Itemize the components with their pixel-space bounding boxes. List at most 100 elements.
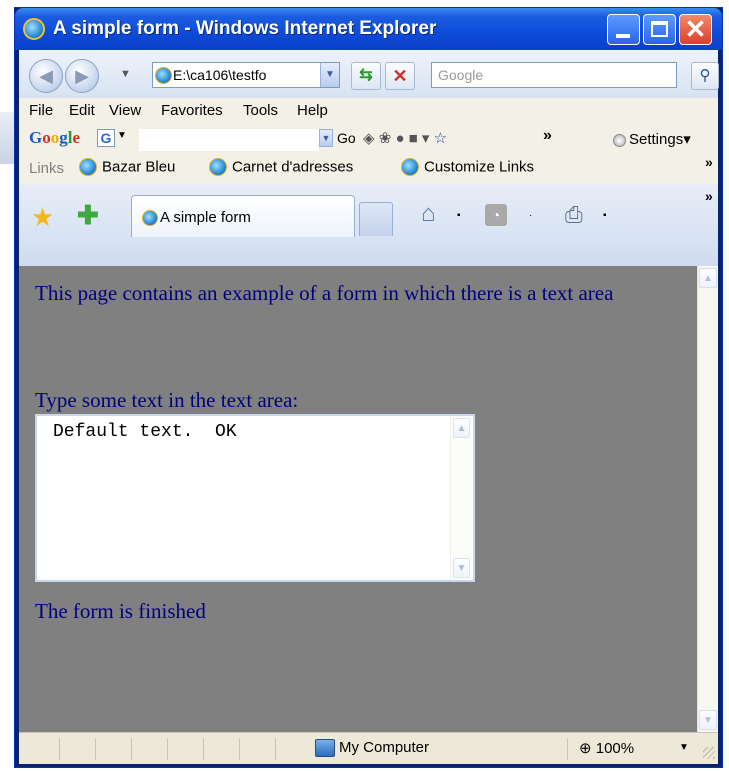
- menu-file[interactable]: File: [29, 102, 53, 119]
- ie-link-icon: [79, 158, 97, 177]
- address-dropdown-button[interactable]: ▼: [320, 63, 339, 87]
- google-toolbar-more[interactable]: »: [543, 127, 552, 145]
- search-placeholder: Google: [438, 67, 484, 83]
- scroll-down-icon[interactable]: ▼: [699, 710, 717, 730]
- zoom-icon: ⊕: [579, 740, 592, 757]
- settings-icon: [613, 133, 626, 147]
- google-menu-dropdown[interactable]: ▼: [117, 130, 127, 141]
- background-window-edge: [0, 112, 14, 164]
- zoom-level[interactable]: ⊕ 100%: [579, 739, 634, 757]
- feeds-dropdown[interactable]: ·: [529, 210, 532, 221]
- status-divider: [95, 738, 96, 760]
- tab-bar: ★ ✚ A simple form ⌂ ▪ ◔ · ⎙ ▪ »: [19, 184, 718, 266]
- new-tab-button[interactable]: [359, 202, 393, 236]
- link-customize-links[interactable]: Customize Links: [401, 158, 535, 177]
- google-search-dropdown[interactable]: ▼: [319, 129, 333, 147]
- textarea-prompt: Type some text in the text area:: [35, 388, 299, 412]
- print-dropdown[interactable]: ▪: [603, 210, 607, 221]
- close-button[interactable]: ✕: [679, 14, 712, 45]
- text-area-scrollbar[interactable]: ▲ ▼: [450, 416, 473, 580]
- status-bar: My Computer ⊕ 100% ▼: [19, 732, 718, 764]
- links-more[interactable]: »: [705, 154, 713, 170]
- search-button[interactable]: ⚲: [691, 62, 719, 90]
- navigation-bar: ◀ ▶ ▼ E:\ca106\testfo ▼ ⇆ ✕ Google ⚲: [19, 50, 719, 98]
- title-bar[interactable]: A simple form - Windows Internet Explore…: [15, 8, 722, 50]
- status-divider: [275, 738, 276, 760]
- menu-edit[interactable]: Edit: [69, 102, 95, 119]
- home-dropdown[interactable]: ▪: [457, 210, 461, 221]
- stop-icon: ✕: [392, 66, 408, 86]
- link-label: Carnet d'adresses: [232, 158, 354, 176]
- minimize-icon: [616, 34, 630, 38]
- page-content: This page contains an example of a form …: [19, 266, 697, 732]
- link-label: Customize Links: [424, 158, 535, 176]
- form-finished-text: The form is finished: [35, 599, 206, 623]
- tab-a-simple-form[interactable]: A simple form: [131, 195, 355, 237]
- link-carnet-adresses[interactable]: Carnet d'adresses: [209, 158, 354, 177]
- resize-grip[interactable]: [703, 747, 715, 759]
- toolbar-more[interactable]: »: [705, 188, 713, 204]
- stop-button[interactable]: ✕: [385, 62, 415, 90]
- menu-favorites[interactable]: Favorites: [161, 102, 223, 119]
- zoom-label: 100%: [595, 740, 635, 757]
- google-toolbar-icons[interactable]: ◈ ❀ ● ■ ▾ ☆: [363, 129, 447, 147]
- menu-view[interactable]: View: [109, 102, 141, 119]
- google-settings-button[interactable]: Settings▾: [613, 130, 691, 148]
- print-icon[interactable]: ⎙: [565, 202, 583, 228]
- search-input[interactable]: Google: [431, 62, 677, 88]
- security-zone[interactable]: My Computer: [315, 739, 430, 758]
- google-search-input[interactable]: [139, 129, 319, 151]
- computer-icon: [315, 739, 335, 758]
- status-divider: [59, 738, 60, 760]
- zoom-dropdown[interactable]: ▼: [679, 742, 689, 753]
- forward-arrow-icon: ▶: [75, 66, 89, 86]
- status-divider: [239, 738, 240, 760]
- zone-label: My Computer: [339, 739, 430, 756]
- window-title: A simple form - Windows Internet Explore…: [53, 18, 437, 39]
- refresh-button[interactable]: ⇆: [351, 62, 381, 90]
- google-logo: Google: [29, 128, 81, 147]
- link-bazar-bleu[interactable]: Bazar Bleu: [79, 158, 176, 177]
- link-label: Bazar Bleu: [102, 158, 176, 176]
- page-scrollbar[interactable]: ▲ ▼: [697, 266, 718, 732]
- scroll-up-icon[interactable]: ▲: [453, 418, 470, 438]
- page-icon: [155, 67, 172, 84]
- scroll-down-icon[interactable]: ▼: [453, 558, 470, 578]
- back-arrow-icon: ◀: [39, 66, 53, 86]
- menu-bar: File Edit View Favorites Tools Help: [19, 98, 718, 124]
- home-icon[interactable]: ⌂: [421, 200, 436, 228]
- forward-button[interactable]: ▶: [65, 59, 99, 93]
- recent-pages-dropdown[interactable]: ▼: [120, 68, 131, 80]
- refresh-icon: ⇆: [359, 67, 373, 84]
- tab-label: A simple form: [160, 209, 251, 226]
- ie-link-icon: [401, 158, 419, 177]
- ie-logo-icon: [23, 18, 45, 40]
- address-input[interactable]: E:\ca106\testfo: [173, 67, 319, 83]
- ie-tab-icon: [142, 210, 158, 226]
- settings-label: Settings: [629, 131, 684, 148]
- text-area-value: Default text. OK: [53, 422, 237, 442]
- google-menu-button[interactable]: G: [97, 129, 115, 147]
- back-button[interactable]: ◀: [29, 59, 63, 93]
- maximize-button[interactable]: [643, 14, 676, 45]
- text-area[interactable]: Default text. OK ▲ ▼: [35, 414, 475, 582]
- browser-chrome: ◀ ▶ ▼ E:\ca106\testfo ▼ ⇆ ✕ Google ⚲ Fil…: [19, 50, 719, 266]
- menu-tools[interactable]: Tools: [243, 102, 278, 119]
- google-toolbar: Google G ▼ ▼ Go ◈ ❀ ● ■ ▾ ☆ » Settings▾: [19, 124, 718, 152]
- status-divider: [567, 738, 568, 760]
- intro-text: This page contains an example of a form …: [35, 281, 614, 305]
- ie-link-icon: [209, 158, 227, 177]
- address-bar[interactable]: E:\ca106\testfo ▼: [152, 62, 340, 88]
- links-label: Links: [29, 160, 65, 177]
- rss-icon[interactable]: ◔: [485, 204, 507, 226]
- scroll-up-icon[interactable]: ▲: [699, 268, 717, 288]
- minimize-button[interactable]: [607, 14, 640, 45]
- status-divider: [131, 738, 132, 760]
- close-icon: ✕: [684, 14, 707, 44]
- star-icon[interactable]: ★: [31, 202, 54, 233]
- add-favorite-icon[interactable]: ✚: [77, 200, 99, 231]
- google-go-button[interactable]: Go: [337, 130, 356, 146]
- menu-help[interactable]: Help: [297, 102, 328, 119]
- status-divider: [203, 738, 204, 760]
- search-icon: ⚲: [699, 67, 711, 84]
